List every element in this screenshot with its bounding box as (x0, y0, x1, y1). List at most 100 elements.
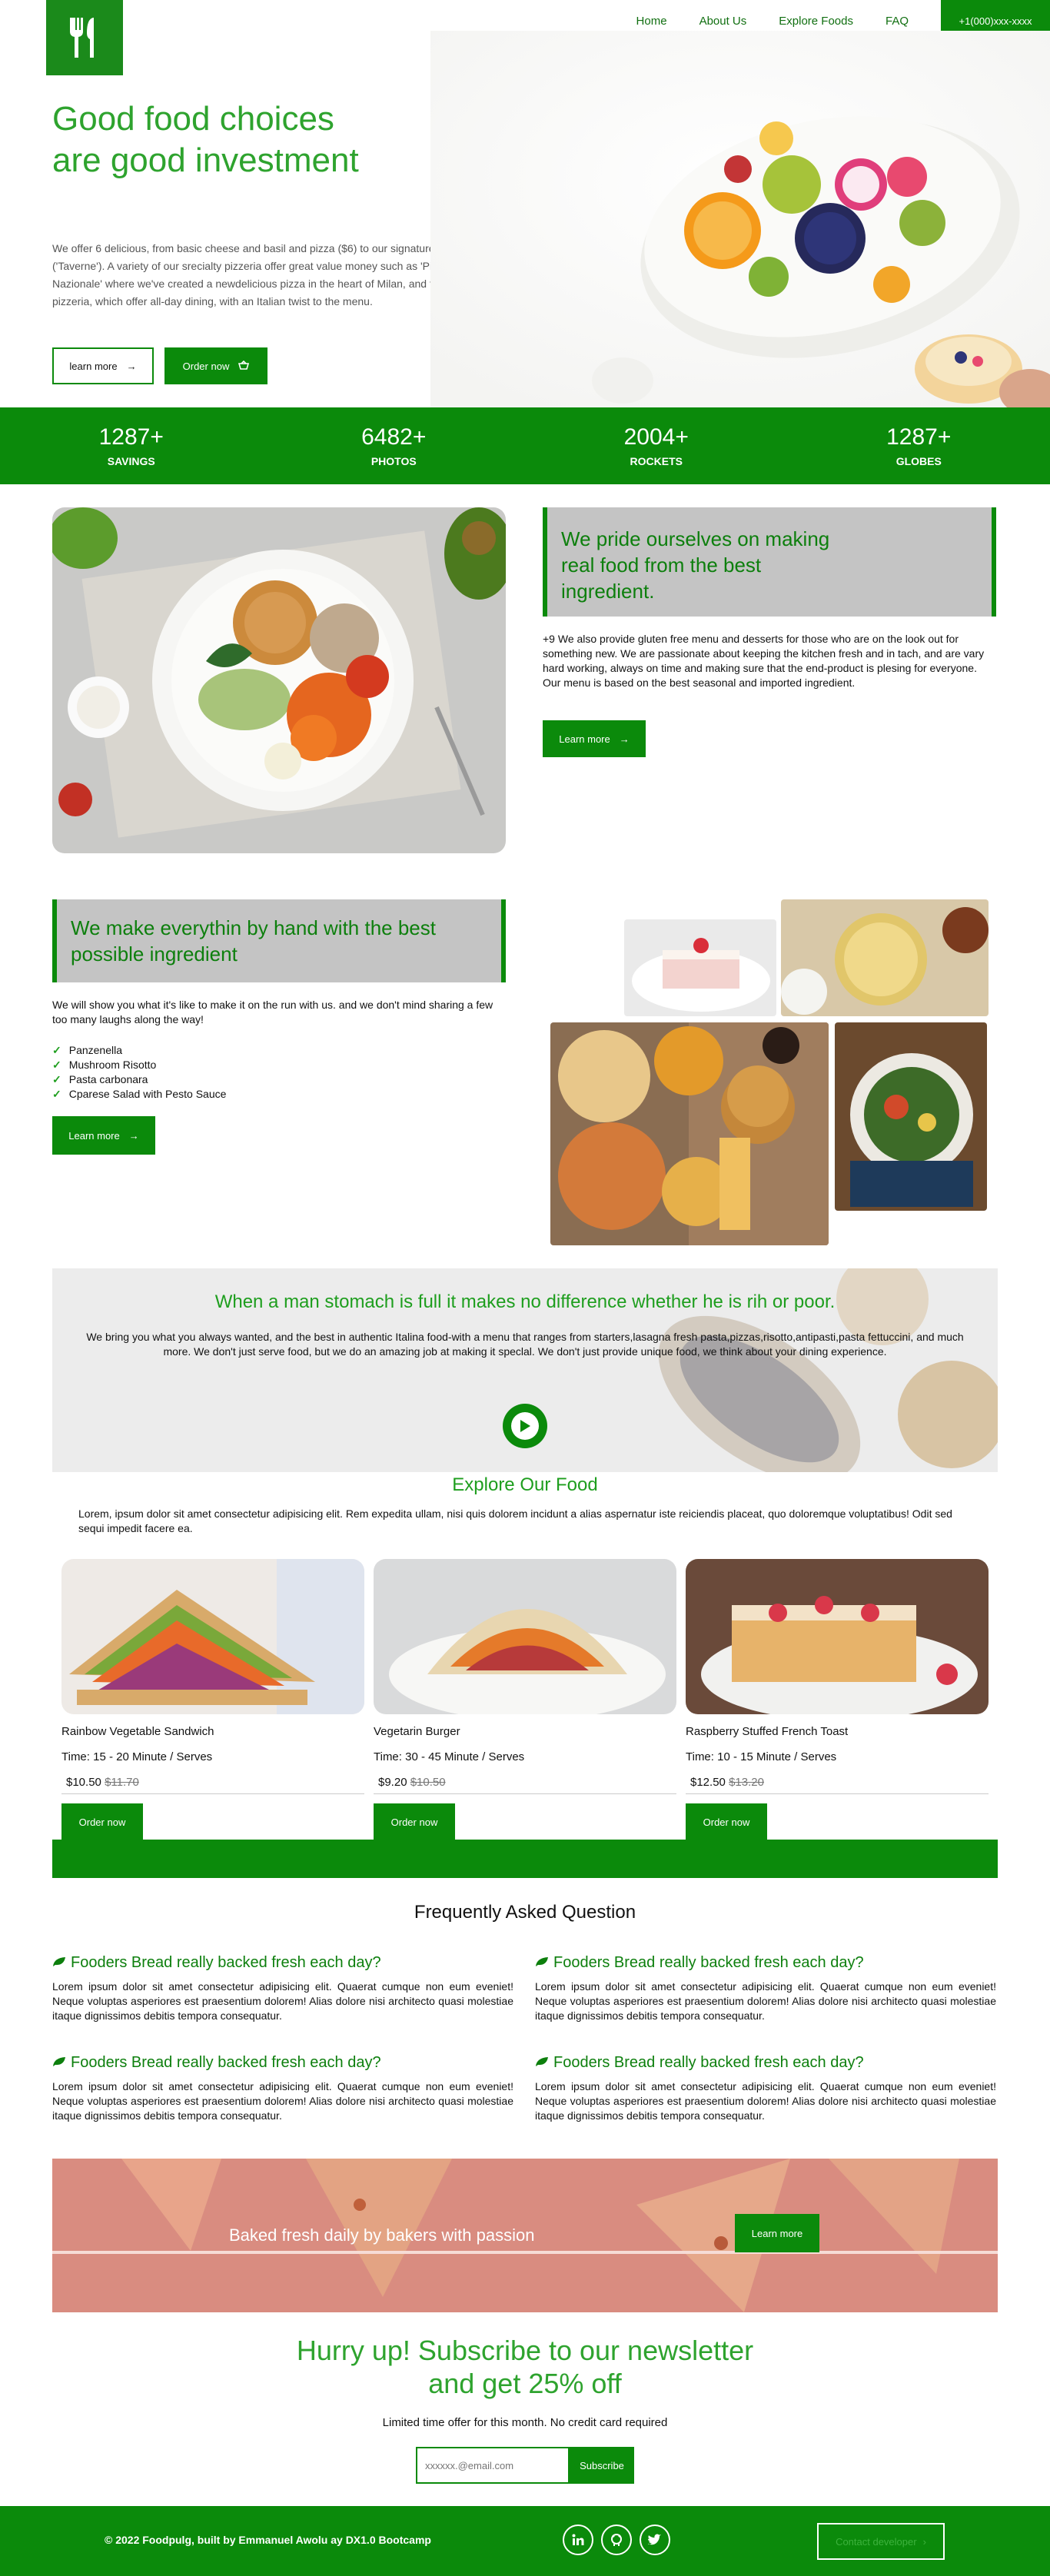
faq-answer: Lorem ipsum dolor sit amet consectetur a… (52, 1980, 513, 2022)
footer: © 2022 Foodpulg, built by Emmanuel Awolu… (0, 2506, 1050, 2576)
food-price: $9.20 $10.50 (374, 1776, 676, 1794)
veggie-bowl-image (835, 1022, 987, 1211)
email-field[interactable] (416, 2447, 570, 2484)
price-current: $9.20 (378, 1776, 407, 1789)
leaf-icon (52, 2054, 66, 2072)
stat-number: 6482+ (361, 424, 427, 450)
list-item: ✓ Panzenella (52, 1043, 226, 1058)
newsletter-title: Hurry up! Subscribe to our newsletter an… (0, 2334, 1050, 2400)
arrow-right-icon: → (619, 733, 630, 745)
price-old: $10.50 (410, 1776, 446, 1789)
faq-item[interactable]: Fooders Bread really backed fresh each d… (52, 2054, 513, 2123)
divider-bar (52, 1840, 998, 1878)
hero-title: Good food choices are good investment (52, 100, 359, 179)
check-icon: ✓ (52, 1044, 61, 1056)
sandwich-image (61, 1559, 364, 1714)
github-icon[interactable] (601, 2524, 632, 2555)
baked-learn-more-button[interactable]: Learn more (735, 2214, 819, 2252)
footer-copyright: © 2022 Foodpulg, built by Emmanuel Awolu… (105, 2534, 431, 2546)
leaf-icon (52, 1954, 66, 1972)
faq-answer: Lorem ipsum dolor sit amet consectetur a… (52, 2080, 513, 2122)
hero-fruit-plate-image (430, 31, 1050, 407)
stats-bar: 1287+ SAVINGS 6482+ PHOTOS 2004+ ROCKETS… (0, 407, 1050, 484)
chevron-right-icon: › (922, 2535, 926, 2548)
price-old: $13.20 (729, 1776, 764, 1789)
fork-knife-icon (70, 18, 94, 58)
faq-item[interactable]: Fooders Bread really backed fresh each d… (535, 1954, 996, 2023)
newsletter-subtitle: Limited time offer for this month. No cr… (382, 2416, 668, 2429)
leaf-icon (535, 1954, 549, 1972)
stat-label: GLOBES (895, 455, 942, 467)
check-icon: ✓ (52, 1088, 61, 1100)
stat-label: ROCKETS (630, 455, 683, 467)
check-icon: ✓ (52, 1073, 61, 1085)
about-text: +9 We also provide gluten free menu and … (543, 633, 985, 689)
order-now-button[interactable]: Order now (374, 1803, 455, 1840)
stat-rockets: 2004+ ROCKETS (525, 407, 788, 484)
food-time: Time: 15 - 20 Minute / Serves (61, 1750, 213, 1763)
burger-image (374, 1559, 676, 1714)
about-heading-box: We pride ourselves on making real food f… (543, 507, 996, 617)
hero-order-now-button[interactable]: Order now (164, 347, 267, 384)
food-card: Rainbow Vegetable Sandwich Time: 15 - 20… (61, 1559, 364, 1840)
nav-faq[interactable]: FAQ (886, 15, 909, 28)
play-icon (520, 1420, 530, 1432)
order-now-button[interactable]: Order now (686, 1803, 767, 1840)
faq-answer: Lorem ipsum dolor sit amet consectetur a… (535, 2080, 996, 2122)
food-price: $10.50 $11.70 (61, 1776, 364, 1794)
arrow-right-icon: → (128, 1129, 139, 1142)
price-old: $11.70 (105, 1776, 139, 1789)
basket-icon (238, 360, 250, 372)
list-item-label: Panzenella (68, 1044, 123, 1056)
food-price: $12.50 $13.20 (686, 1776, 989, 1794)
cake-image (624, 919, 776, 1016)
nav-home[interactable]: Home (636, 15, 667, 28)
hero-order-now-label: Order now (182, 360, 230, 372)
linkedin-icon[interactable] (563, 2524, 593, 2555)
faq-question: Fooders Bread really backed fresh each d… (71, 2054, 381, 2071)
stat-photos: 6482+ PHOTOS (263, 407, 526, 484)
faq-item[interactable]: Fooders Bread really backed fresh each d… (52, 1954, 513, 2023)
faq-question: Fooders Bread really backed fresh each d… (71, 1954, 381, 1971)
food-time: Time: 10 - 15 Minute / Serves (686, 1750, 837, 1763)
nav-explore-foods[interactable]: Explore Foods (779, 15, 853, 28)
explore-text: Lorem, ipsum dolor sit amet consectetur … (78, 1507, 952, 1534)
faq-item[interactable]: Fooders Bread really backed fresh each d… (535, 2054, 996, 2123)
twitter-icon[interactable] (640, 2524, 670, 2555)
price-current: $12.50 (690, 1776, 726, 1789)
check-icon: ✓ (52, 1059, 61, 1071)
stat-label: SAVINGS (107, 455, 155, 467)
newsletter-title-line1: Hurry up! Subscribe to our newsletter (296, 2335, 754, 2366)
about-heading: We pride ourselves on making real food f… (561, 527, 830, 603)
logo[interactable] (46, 0, 123, 75)
food-time: Time: 30 - 45 Minute / Serves (374, 1750, 525, 1763)
about-learn-more-button[interactable]: Learn more → (543, 720, 646, 757)
subscribe-button[interactable]: Subscribe (570, 2447, 634, 2484)
ingredients-heading: We make everythin by hand with the best … (71, 916, 436, 966)
faq-question: Fooders Bread really backed fresh each d… (553, 1954, 864, 1971)
hero-learn-more-button[interactable]: learn more → (52, 347, 154, 384)
banner-title: When a man stomach is full it makes no d… (214, 1291, 836, 1312)
burger-platter-image (550, 1022, 829, 1245)
food-name: Vegetarin Burger (374, 1725, 460, 1738)
ingredients-text: We will show you what it's like to make … (52, 999, 493, 1025)
list-item: ✓ Mushroom Risotto (52, 1058, 226, 1072)
price-current: $10.50 (66, 1776, 101, 1789)
play-button[interactable] (503, 1404, 547, 1448)
newsletter-form: Subscribe (416, 2447, 634, 2484)
banner-text: We bring you what you always wanted, and… (86, 1331, 964, 1358)
faq-title: Frequently Asked Question (414, 1902, 636, 1923)
pie-image (781, 899, 989, 1016)
order-now-button[interactable]: Order now (61, 1803, 143, 1840)
stat-label: PHOTOS (370, 455, 417, 467)
salad-bowl-image (52, 507, 506, 853)
list-item: ✓ Pasta carbonara (52, 1072, 226, 1087)
stat-number: 2004+ (623, 424, 689, 450)
baked-text: Baked fresh daily by bakers with passion (229, 2225, 535, 2245)
contact-developer-button[interactable]: Contact developer › (817, 2523, 945, 2560)
nav-about[interactable]: About Us (699, 15, 747, 28)
stat-globes: 1287+ GLOBES (788, 407, 1050, 484)
list-item-label: Cparese Salad with Pesto Sauce (68, 1088, 227, 1100)
food-name: Raspberry Stuffed French Toast (686, 1725, 849, 1738)
ingredients-learn-more-button[interactable]: Learn more → (52, 1116, 155, 1155)
